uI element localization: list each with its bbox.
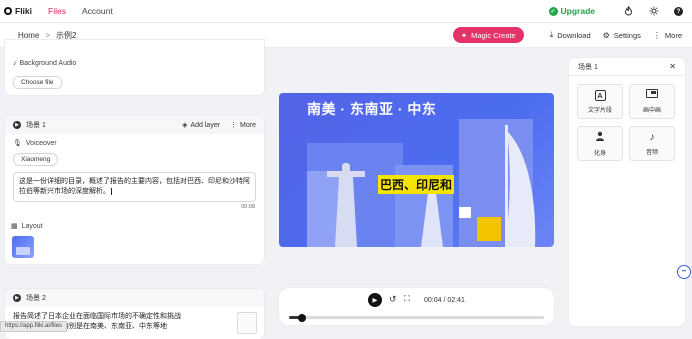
help-icon[interactable]: ? — [673, 6, 684, 17]
text-A-icon: A — [594, 89, 606, 101]
more-vertical-icon: ⋮ — [652, 30, 661, 40]
tool-text-fragment-label: 文字片段 — [587, 107, 612, 114]
nav-files[interactable]: Files — [48, 6, 66, 16]
scene-1-header: ▶ 场景 1 ◈ Add layer ⋮ More — [5, 116, 264, 134]
video-caption: 巴西、印尼和 — [378, 175, 455, 194]
scene-1-script-text: 这是一份详细的目录，概述了报告的主要内容，包括对巴西、印尼和沙特阿拉伯等新兴市场… — [19, 178, 250, 195]
avatar-icon — [595, 131, 605, 144]
progress-handle[interactable] — [297, 313, 306, 322]
music-icon: ♪ — [649, 131, 655, 143]
more-label: More — [664, 30, 682, 40]
scene-2-thumbnail[interactable] — [237, 312, 257, 334]
layout-grid-icon: ▦ — [11, 223, 18, 230]
picture-in-picture-icon — [646, 89, 658, 101]
tool-text-fragment[interactable]: A 文字片段 — [577, 84, 623, 119]
playback-time: 00:04 / 02:41 — [424, 297, 465, 304]
text-caret — [111, 188, 112, 195]
breadcrumb-home[interactable]: Home — [18, 31, 39, 40]
top-nav: Fliki Files Account ✓ Upgrade ? — [0, 0, 692, 23]
settings-label: Settings — [613, 30, 641, 40]
panel-header: 场景 1 ✕ — [569, 58, 685, 76]
scene-1-card: ▶ 场景 1 ◈ Add layer ⋮ More 🎙 Voiceover Xi… — [5, 116, 264, 264]
video-preview[interactable]: 南美 · 东南亚 · 中东 巴西、印尼和 — [279, 93, 554, 247]
magic-create-label: Magic Create — [471, 30, 516, 40]
background-audio-label: ♪ Background Audio — [13, 60, 76, 67]
brand-logo[interactable]: Fliki — [4, 6, 32, 16]
audio-settings-card: ♪ Background Audio Choose file — [5, 40, 264, 95]
tool-picture-in-picture[interactable]: 画中画 — [629, 84, 675, 119]
magic-create-button[interactable]: ✦ Magic Create — [452, 27, 524, 43]
close-icon[interactable]: ✕ — [669, 62, 676, 71]
scene-layers-panel: 场景 1 ✕ A 文字片段 画中画 化身 ♪ 音频 — [569, 58, 685, 326]
upgrade-label: Upgrade — [560, 6, 595, 16]
status-bar-url: https://app.fliki.ai/files — [0, 321, 68, 332]
choose-file-button[interactable]: Choose file — [13, 76, 62, 89]
theme-sun-icon[interactable] — [648, 6, 659, 17]
nav-account[interactable]: Account — [82, 6, 113, 16]
layout-thumbnail-image — [16, 247, 30, 255]
landmarks-illustration — [307, 119, 536, 247]
breadcrumb: Home > 示例2 — [18, 30, 76, 41]
scene-more-button[interactable]: More — [240, 122, 256, 129]
tool-audio-label: 音频 — [645, 149, 658, 156]
top-nav-actions: ✓ Upgrade ? — [548, 6, 684, 17]
tool-avatar[interactable]: 化身 — [577, 126, 623, 161]
sparkle-icon: ✦ — [460, 30, 468, 40]
music-note-icon: ♪ — [13, 60, 17, 67]
more-button[interactable]: ⋮ More — [653, 31, 682, 40]
replay-icon[interactable]: ↺ — [389, 294, 397, 305]
playback-controls: ▶ ↺ ⛶ 00:04 / 02:41 — [279, 288, 554, 325]
scene-2-header: ▶ 场景 2 — [5, 289, 264, 307]
download-button[interactable]: ⤓ Download — [550, 30, 591, 40]
download-icon: ⤓ — [549, 30, 554, 39]
breadcrumb-separator: > — [45, 30, 51, 40]
fullscreen-icon[interactable]: ⛶ — [404, 294, 410, 304]
scene-1-duration: 00:08 — [241, 204, 255, 210]
voice-selector[interactable]: Xiaomeng — [13, 153, 59, 166]
fliki-logo-icon — [4, 7, 12, 15]
scene-2-title: 场景 2 — [26, 295, 46, 302]
upgrade-button[interactable]: ✓ Upgrade — [548, 6, 595, 16]
microphone-icon: 🎙 — [13, 140, 22, 147]
voiceover-text: Voiceover — [25, 139, 57, 147]
tool-avatar-label: 化身 — [593, 150, 606, 157]
brand-name: Fliki — [15, 6, 33, 16]
layout-label: ▦ Layout — [11, 222, 43, 231]
layout-thumbnail[interactable] — [12, 236, 34, 258]
scene-play-icon[interactable]: ▶ — [13, 294, 21, 302]
add-layer-button[interactable]: Add layer — [190, 122, 220, 129]
layers-icon: ◈ — [182, 122, 188, 129]
panel-title: 场景 1 — [578, 63, 598, 71]
more-vertical-icon: ⋮ — [230, 122, 238, 129]
background-audio-text: Background Audio — [19, 60, 77, 67]
settings-button[interactable]: ⚙ Settings — [603, 31, 641, 40]
chat-support-icon[interactable]: •• — [677, 265, 691, 279]
layout-text: Layout — [21, 222, 43, 230]
breadcrumb-project[interactable]: 示例2 — [56, 30, 76, 41]
scene-1-actions: ◈ Add layer ⋮ More — [182, 121, 256, 130]
play-button[interactable]: ▶ — [368, 293, 382, 307]
tool-audio[interactable]: ♪ 音频 — [629, 126, 675, 161]
scene-play-icon[interactable]: ▶ — [13, 121, 21, 129]
scene-1-script-input[interactable]: 这是一份详细的目录，概述了报告的主要内容，包括对巴西、印尼和沙特阿拉伯等新兴市场… — [13, 172, 256, 202]
scene-1-title: 场景 1 — [26, 122, 46, 129]
progress-track[interactable] — [289, 313, 544, 322]
gear-icon: ⚙ — [602, 30, 610, 40]
fire-icon[interactable] — [623, 6, 634, 17]
upgrade-check-icon: ✓ — [548, 6, 558, 16]
download-label: Download — [557, 30, 591, 40]
toolbar-actions: ✦ Magic Create ⤓ Download ⚙ Settings ⋮ M… — [452, 27, 682, 43]
voiceover-label: 🎙 Voiceover — [13, 139, 57, 148]
tool-picture-in-picture-label: 画中画 — [642, 108, 661, 114]
